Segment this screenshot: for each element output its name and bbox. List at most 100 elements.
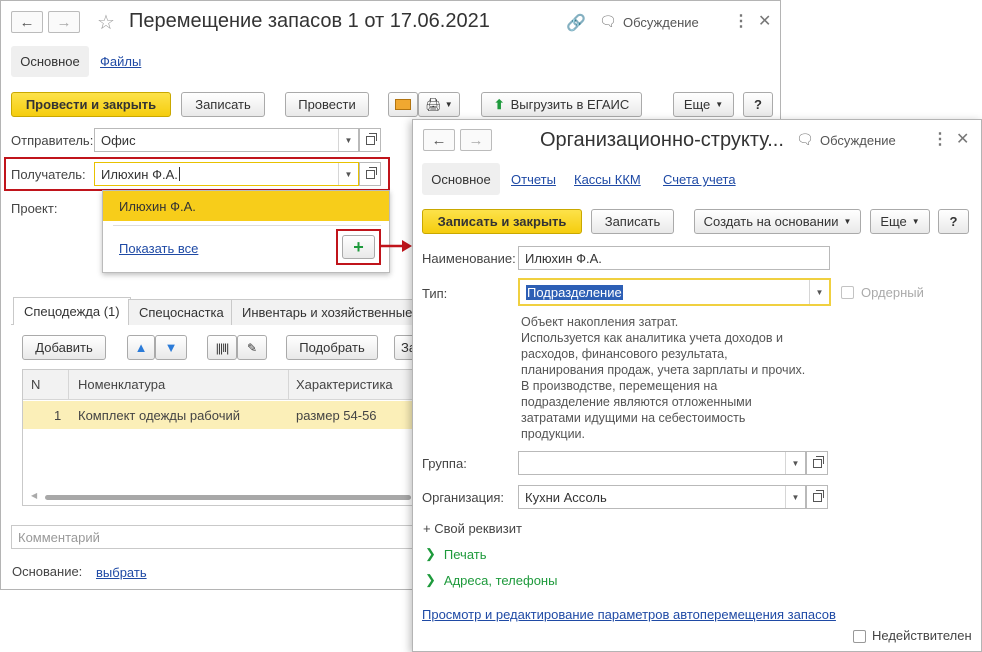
create-based-on-button[interactable]: Создать на основании ▼ — [694, 209, 861, 234]
post-button[interactable]: Провести — [285, 92, 369, 117]
tab-reports[interactable]: Отчеты — [511, 172, 556, 187]
barcode-button[interactable]: |||‖| — [207, 335, 237, 360]
discussion-icon[interactable]: 🗨 — [599, 13, 617, 30]
autotransfer-settings-link[interactable]: Просмотр и редактирование параметров авт… — [422, 607, 836, 622]
create-new-button[interactable]: + — [342, 235, 375, 259]
open-icon[interactable] — [806, 451, 828, 475]
ordered-checkbox[interactable] — [841, 286, 854, 299]
recipient-label: Получатель: — [11, 167, 86, 182]
comment-field[interactable]: Комментарий — [11, 525, 413, 549]
more-button[interactable]: Еще ▼ — [870, 209, 930, 234]
sender-field[interactable]: Офис ▼ — [94, 128, 359, 152]
forward-button[interactable]: → — [48, 11, 80, 33]
back-button[interactable]: ← — [11, 11, 43, 33]
name-field[interactable]: Илюхин Ф.А. — [518, 246, 830, 270]
scanner-button[interactable]: ✎ — [237, 335, 267, 360]
basis-select-link[interactable]: выбрать — [96, 565, 147, 580]
tab-workwear[interactable]: Спецодежда (1) — [13, 297, 131, 325]
forward-button[interactable]: → — [460, 129, 492, 151]
link-icon[interactable]: 🔗 — [566, 13, 586, 33]
printer-icon: 🖨 — [425, 96, 442, 112]
custom-property-link[interactable]: + Свой реквизит — [423, 521, 522, 536]
print-button[interactable]: 🖨 ▼ — [418, 92, 460, 117]
tab-cash-registers[interactable]: Кассы ККМ — [574, 172, 641, 187]
type-select[interactable]: Подразделение ▼ — [518, 278, 831, 306]
chevron-down-icon[interactable]: ▼ — [785, 452, 805, 474]
column-divider — [68, 370, 69, 400]
project-label: Проект: — [11, 201, 58, 216]
back-button[interactable]: ← — [423, 129, 455, 151]
row-nomenclature: Комплект одежды рабочий — [78, 408, 240, 423]
discussion-icon[interactable]: 🗨 — [796, 131, 814, 148]
open-icon[interactable] — [359, 162, 381, 186]
close-icon[interactable]: ✕ — [758, 11, 771, 31]
show-all-link[interactable]: Показать все — [119, 241, 198, 256]
open-icon[interactable] — [359, 128, 381, 152]
barcode-icon: |||‖| — [215, 340, 229, 355]
dialog-window: ← → Организационно-структу... 🗨 Обсужден… — [412, 119, 982, 652]
addresses-group[interactable]: ❯ Адреса, телефоны — [425, 572, 557, 588]
chevron-down-icon[interactable]: ▼ — [338, 129, 358, 151]
move-down-button[interactable]: ▼ — [155, 335, 187, 360]
chevron-down-icon[interactable]: ▼ — [785, 486, 805, 508]
sender-label: Отправитель: — [11, 133, 94, 148]
organization-field[interactable]: Кухни Ассоль ▼ — [518, 485, 806, 509]
row-characteristic: размер 54-56 — [296, 408, 377, 423]
group-label: Группа: — [422, 456, 467, 471]
menu-dots-icon[interactable]: ⋮ — [932, 129, 948, 149]
chevron-down-icon[interactable]: ▼ — [338, 163, 358, 185]
menu-dots-icon[interactable]: ⋮ — [733, 11, 749, 31]
save-button[interactable]: Записать — [591, 209, 674, 234]
more-button[interactable]: Еще ▼ — [673, 92, 734, 117]
arrow-up-icon: ▲ — [134, 340, 148, 355]
ordered-label: Ордерный — [861, 285, 924, 300]
column-characteristic: Характеристика — [296, 377, 393, 392]
dropdown-item[interactable]: Илюхин Ф.А. — [103, 191, 389, 221]
group-field[interactable]: ▼ — [518, 451, 806, 475]
inactive-checkbox[interactable] — [853, 630, 866, 643]
move-up-button[interactable]: ▲ — [127, 335, 155, 360]
horizontal-scrollbar[interactable]: ◀ — [31, 491, 411, 502]
scroll-thumb[interactable] — [45, 495, 411, 500]
tab-accounts[interactable]: Счета учета — [663, 172, 736, 187]
name-label: Наименование: — [422, 251, 516, 266]
help-button[interactable]: ? — [743, 92, 773, 117]
tab-main[interactable]: Основное — [11, 46, 89, 77]
pointer-arrow — [380, 240, 412, 252]
table-row[interactable]: 1 Комплект одежды рабочий размер 54-56 — [23, 401, 412, 429]
tab-main[interactable]: Основное — [422, 163, 500, 195]
add-button[interactable]: Добавить — [22, 335, 106, 360]
window-title: Перемещение запасов 1 от 17.06.2021 — [129, 10, 490, 32]
save-and-close-button[interactable]: Записать и закрыть — [422, 209, 582, 234]
discussion-label[interactable]: Обсуждение — [623, 15, 699, 30]
print-group[interactable]: ❯ Печать — [425, 546, 487, 562]
chevron-down-icon[interactable]: ▼ — [809, 280, 829, 304]
scroll-left-icon[interactable]: ◀ — [31, 491, 37, 500]
organization-label: Организация: — [422, 490, 505, 505]
basis-label: Основание: — [12, 564, 83, 579]
table-header: N Номенклатура Характеристика — [23, 370, 412, 400]
tab-inventory[interactable]: Инвентарь и хозяйственные — [231, 299, 424, 325]
post-and-close-button[interactable]: Провести и закрыть — [11, 92, 171, 117]
favorite-star-icon[interactable]: ☆ — [97, 10, 115, 35]
close-icon[interactable]: ✕ — [956, 129, 969, 149]
pick-button[interactable]: Подобрать — [286, 335, 378, 360]
type-label: Тип: — [422, 286, 448, 301]
scanner-icon: ✎ — [246, 340, 258, 355]
tab-files[interactable]: Файлы — [100, 54, 141, 69]
arrow-down-icon: ▼ — [164, 340, 178, 355]
row-number: 1 — [54, 408, 62, 423]
help-button[interactable]: ? — [938, 209, 969, 234]
column-nomenclature: Номенклатура — [78, 377, 166, 392]
tab-special-tools[interactable]: Спецоснастка — [128, 299, 235, 325]
recipient-field[interactable]: Илюхин Ф.А. ▼ — [94, 162, 359, 186]
autocomplete-dropdown: Илюхин Ф.А. Показать все + — [102, 190, 390, 273]
open-icon[interactable] — [806, 485, 828, 509]
discussion-label[interactable]: Обсуждение — [820, 133, 896, 148]
column-divider — [288, 370, 289, 400]
export-egais-button[interactable]: ⬆ Выгрузить в ЕГАИС — [481, 92, 642, 117]
upload-arrow-icon: ⬆ — [493, 96, 505, 112]
save-button[interactable]: Записать — [181, 92, 265, 117]
inactive-label: Недействителен — [872, 628, 972, 643]
mail-button[interactable] — [388, 92, 418, 117]
